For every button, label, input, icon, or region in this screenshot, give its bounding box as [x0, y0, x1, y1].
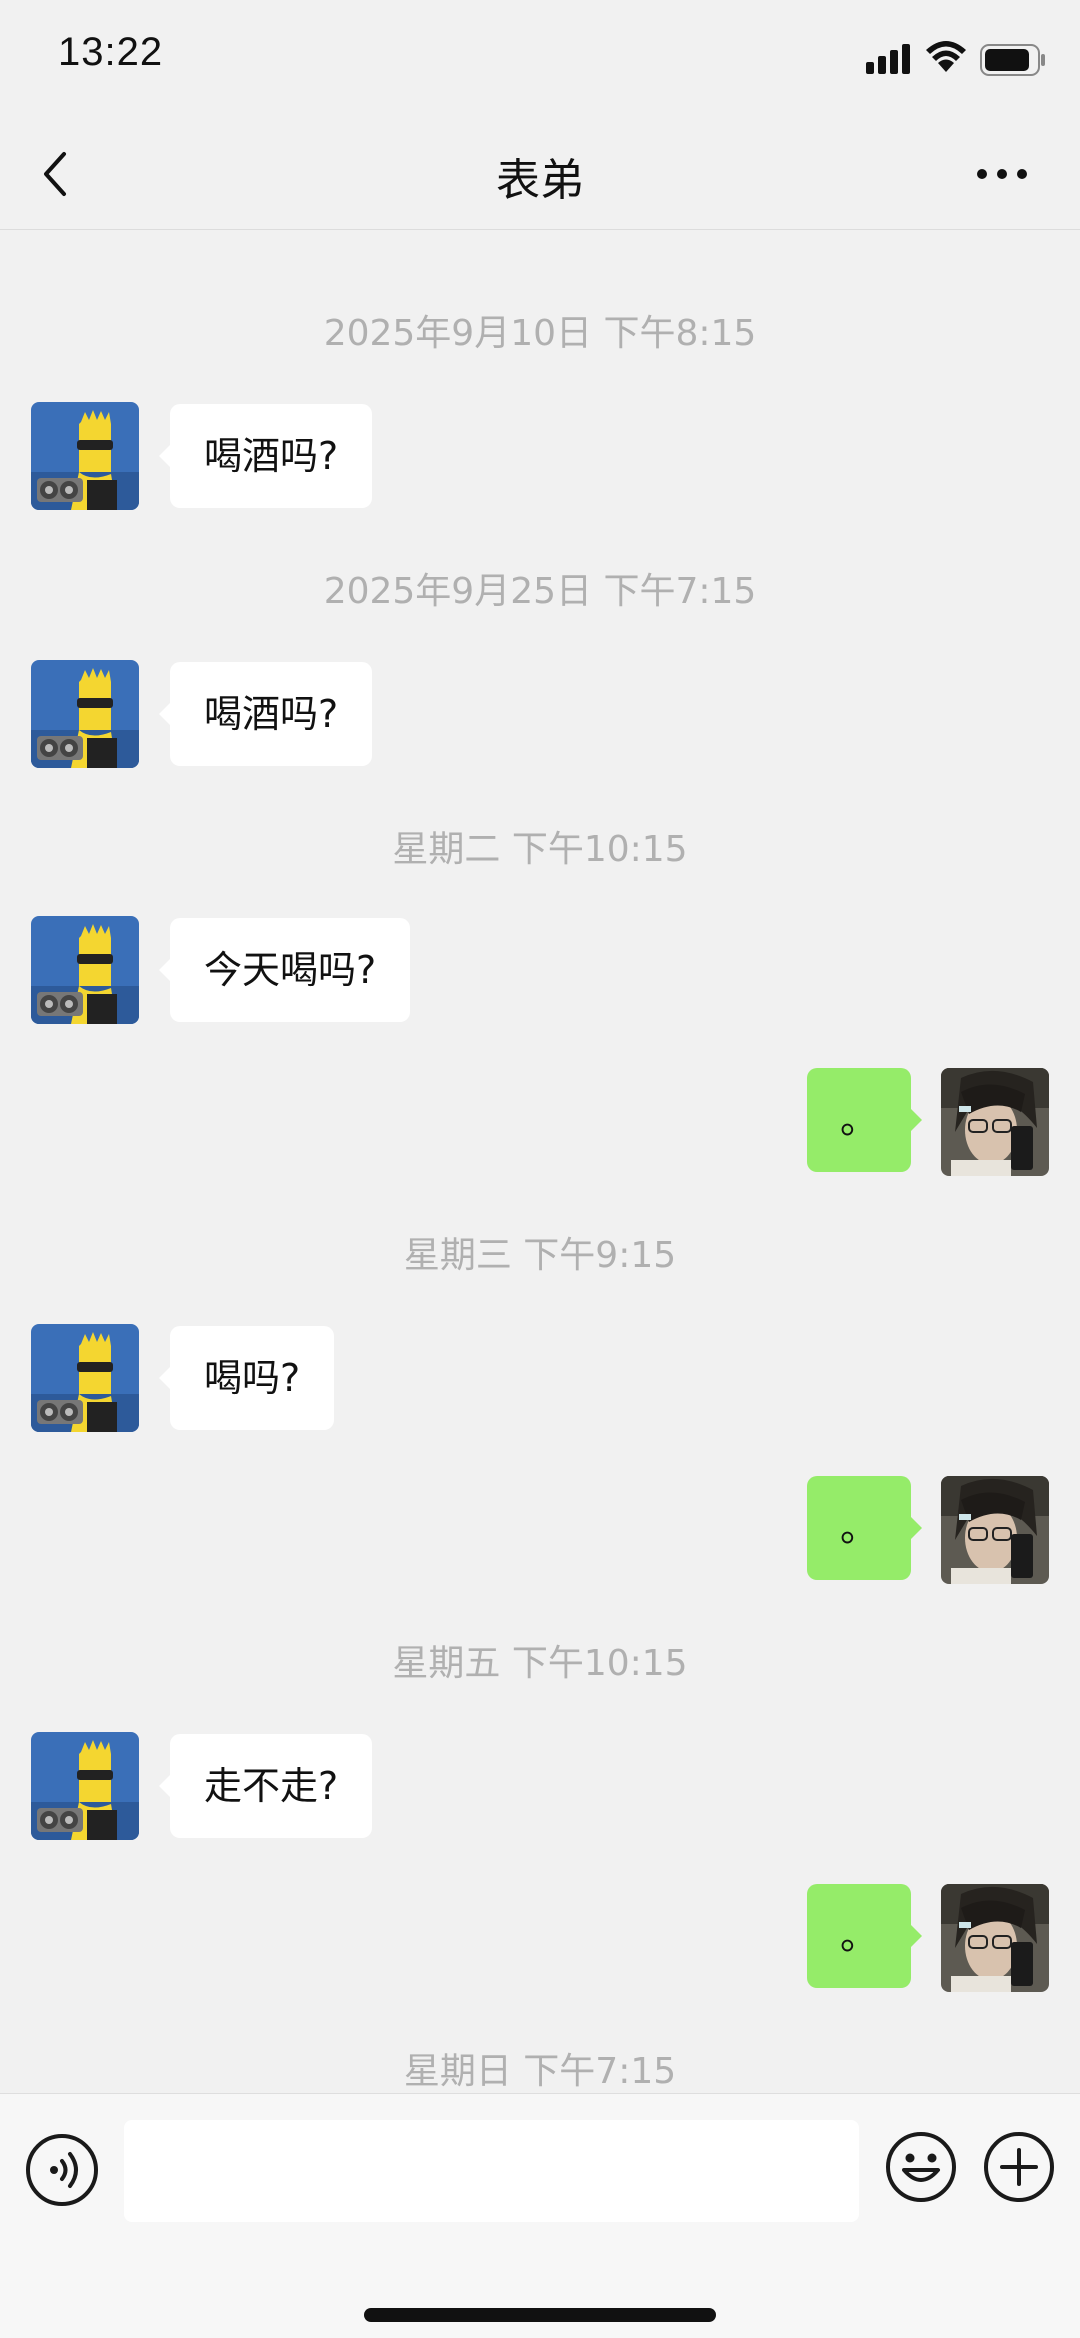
more-horizontal-icon[interactable] — [974, 164, 1030, 184]
message-list[interactable]: 2025年9月10日 下午8:15 喝酒吗? 2025年9月25日 下午7:15… — [0, 230, 1080, 2093]
contact-avatar[interactable] — [31, 1732, 139, 1840]
incoming-message[interactable]: 喝吗? — [158, 1326, 335, 1430]
wifi-icon — [926, 41, 966, 72]
battery-icon — [980, 44, 1045, 76]
timestamp: 2025年9月10日 下午8:15 — [323, 313, 757, 354]
timestamp: 2025年9月25日 下午7:15 — [323, 571, 757, 612]
input-bar — [0, 2093, 1080, 2338]
outgoing-message[interactable]: 。 — [807, 1068, 922, 1172]
incoming-message[interactable]: 喝酒吗? — [158, 662, 373, 766]
navigation-bar: 表弟 — [0, 120, 1080, 230]
my-avatar[interactable] — [941, 1068, 1049, 1176]
status-bar: 13:22 — [0, 0, 1080, 120]
incoming-message[interactable]: 喝酒吗? — [158, 404, 373, 508]
chat-title: 表弟 — [496, 155, 584, 206]
voice-icon[interactable] — [24, 2132, 100, 2208]
timestamp: 星期日 下午7:15 — [403, 2051, 677, 2092]
timestamp: 星期三 下午9:15 — [403, 1235, 677, 1276]
home-indicator — [364, 2308, 716, 2322]
chat-screen: 13:22 表弟 2025年9月10日 下午8:15 喝酒吗? 2025年9月2… — [0, 0, 1080, 2338]
emoji-icon[interactable] — [884, 2130, 958, 2204]
timestamp: 星期二 下午10:15 — [392, 829, 688, 870]
contact-avatar[interactable] — [31, 916, 139, 1024]
status-time: 13:22 — [58, 30, 164, 74]
contact-avatar[interactable] — [31, 660, 139, 768]
cellular-signal-icon — [866, 44, 910, 74]
my-avatar[interactable] — [941, 1476, 1049, 1584]
outgoing-message[interactable]: 。 — [807, 1476, 922, 1580]
plus-circle-icon[interactable] — [982, 2130, 1056, 2204]
timestamp: 星期五 下午10:15 — [392, 1643, 688, 1684]
incoming-message[interactable]: 今天喝吗? — [158, 918, 411, 1022]
contact-avatar[interactable] — [31, 402, 139, 510]
message-input[interactable] — [124, 2120, 859, 2222]
my-avatar[interactable] — [941, 1884, 1049, 1992]
contact-avatar[interactable] — [31, 1324, 139, 1432]
outgoing-message[interactable]: 。 — [807, 1884, 922, 1988]
incoming-message[interactable]: 走不走? — [158, 1734, 373, 1838]
